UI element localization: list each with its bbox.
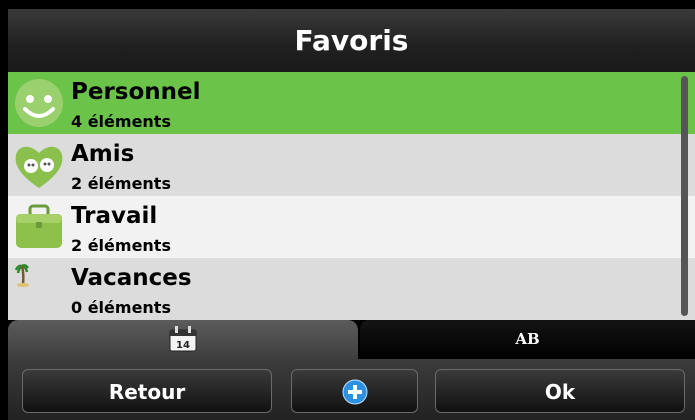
header-bar: Favoris (8, 9, 695, 72)
list-item-amis[interactable]: Amis 2 éléments (8, 134, 695, 196)
list-item-count: 2 éléments (71, 236, 171, 255)
favorites-list: Personnel 4 éléments Amis 2 éléments Tra… (8, 72, 695, 320)
palm-tree-icon (14, 264, 29, 287)
list-item-vacances[interactable]: Vacances 0 éléments (8, 258, 695, 320)
list-item-title: Personnel (71, 79, 201, 105)
list-item-count: 0 éléments (71, 298, 171, 317)
tab-ab-label: AB (515, 330, 540, 348)
list-item-personnel[interactable]: Personnel 4 éléments (8, 72, 695, 134)
plus-circle-icon (342, 379, 368, 405)
calendar-day: 14 (176, 340, 190, 351)
list-scrollbar[interactable] (681, 76, 688, 316)
smiley-icon (15, 79, 63, 127)
list-item-title: Vacances (71, 265, 192, 291)
list-item-travail[interactable]: Travail 2 éléments (8, 196, 695, 258)
calendar-icon: 14 (169, 326, 197, 352)
back-button[interactable]: Retour (22, 369, 272, 413)
ok-button[interactable]: Ok (435, 369, 685, 413)
list-item-count: 4 éléments (71, 112, 171, 131)
tab-calendar[interactable]: 14 (8, 320, 358, 359)
friends-heart-icon (15, 146, 63, 188)
list-item-count: 2 éléments (71, 174, 171, 193)
back-button-label: Retour (108, 380, 186, 404)
tab-bar: 14 AB (8, 320, 695, 359)
briefcase-icon (16, 204, 62, 248)
page-title: Favoris (294, 24, 409, 57)
list-item-title: Travail (71, 203, 158, 229)
favorites-screen: Favoris Personnel 4 éléments Amis 2 élém… (0, 0, 695, 420)
bottom-button-bar: Retour Ok (8, 359, 695, 420)
list-item-title: Amis (71, 141, 135, 167)
tab-alphabetical[interactable]: AB (360, 320, 695, 359)
add-button[interactable] (291, 369, 418, 413)
ok-button-label: Ok (544, 380, 576, 404)
